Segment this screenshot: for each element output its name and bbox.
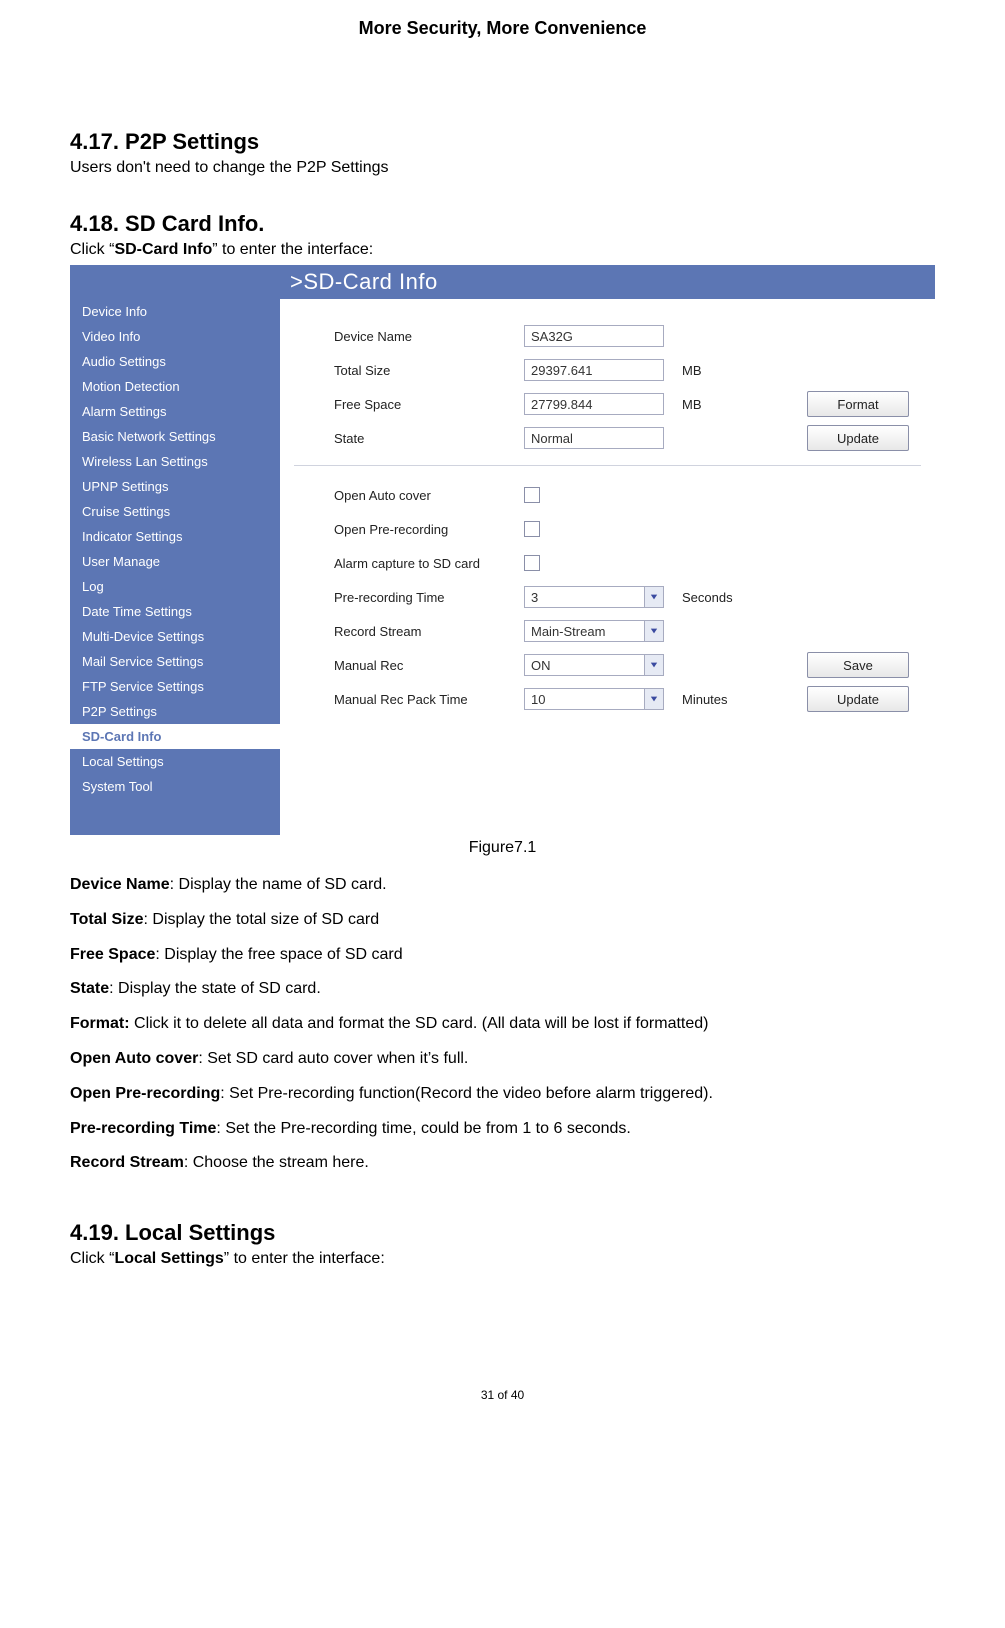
sidebar-item[interactable]: Device Info xyxy=(70,299,280,324)
page-header: More Security, More Convenience xyxy=(70,18,935,39)
intro-suffix: ” to enter the interface: xyxy=(224,1250,385,1267)
sidebar-item[interactable]: SD-Card Info xyxy=(70,724,280,749)
sidebar-item[interactable]: Indicator Settings xyxy=(70,524,280,549)
format-button[interactable]: Format xyxy=(807,391,909,417)
sidebar-item[interactable]: Alarm Settings xyxy=(70,399,280,424)
pre-recording-time-label: Pre-recording Time xyxy=(294,590,524,605)
sd-card-info-screenshot: Device InfoVideo InfoAudio SettingsMotio… xyxy=(70,265,935,835)
page-number: 31 of 40 xyxy=(70,1388,935,1402)
pack-time-label: Manual Rec Pack Time xyxy=(294,692,524,707)
state-label: State xyxy=(294,431,524,446)
manual-rec-value: ON xyxy=(531,658,551,673)
pre-recording-time-unit: Seconds xyxy=(682,590,733,605)
manual-rec-select[interactable]: ON xyxy=(524,654,664,676)
definition-item: Pre-recording Time: Set the Pre-recordin… xyxy=(70,1119,935,1140)
section-417-intro: Users don't need to change the P2P Setti… xyxy=(70,159,935,177)
sidebar-item[interactable]: Wireless Lan Settings xyxy=(70,449,280,474)
auto-cover-label: Open Auto cover xyxy=(294,488,524,503)
sidebar-item[interactable]: Audio Settings xyxy=(70,349,280,374)
free-space-label: Free Space xyxy=(294,397,524,412)
intro-suffix: ” to enter the interface: xyxy=(212,241,373,258)
save-button[interactable]: Save xyxy=(807,652,909,678)
sidebar-item[interactable]: Multi-Device Settings xyxy=(70,624,280,649)
sidebar-item[interactable]: Log xyxy=(70,574,280,599)
sidebar-item[interactable]: Motion Detection xyxy=(70,374,280,399)
device-name-input[interactable] xyxy=(524,325,664,347)
chevron-down-icon xyxy=(644,621,663,641)
sidebar-item[interactable]: Cruise Settings xyxy=(70,499,280,524)
definition-item: State: Display the state of SD card. xyxy=(70,979,935,1000)
intro-term: Local Settings xyxy=(114,1250,223,1267)
section-417-heading: 4.17. P2P Settings xyxy=(70,129,935,155)
total-size-input[interactable] xyxy=(524,359,664,381)
panel-title: >SD-Card Info xyxy=(280,265,935,299)
section-419-intro: Click “Local Settings” to enter the inte… xyxy=(70,1250,935,1268)
figure-caption: Figure7.1 xyxy=(70,839,935,857)
update-button-top[interactable]: Update xyxy=(807,425,909,451)
pre-recording-label: Open Pre-recording xyxy=(294,522,524,537)
chevron-down-icon xyxy=(644,689,663,709)
sidebar-item[interactable]: FTP Service Settings xyxy=(70,674,280,699)
sidebar-item[interactable]: User Manage xyxy=(70,549,280,574)
definition-item: Device Name: Display the name of SD card… xyxy=(70,875,935,896)
auto-cover-checkbox[interactable] xyxy=(524,487,540,503)
sidebar-item[interactable]: UPNP Settings xyxy=(70,474,280,499)
sidebar-item[interactable]: System Tool xyxy=(70,774,280,799)
sidebar-item[interactable]: Basic Network Settings xyxy=(70,424,280,449)
pack-time-unit: Minutes xyxy=(682,692,728,707)
pre-recording-checkbox[interactable] xyxy=(524,521,540,537)
definition-item: Record Stream: Choose the stream here. xyxy=(70,1153,935,1174)
alarm-capture-checkbox[interactable] xyxy=(524,555,540,571)
pack-time-select[interactable]: 10 xyxy=(524,688,664,710)
sidebar-item[interactable]: Date Time Settings xyxy=(70,599,280,624)
sidebar-item[interactable]: Video Info xyxy=(70,324,280,349)
total-size-label: Total Size xyxy=(294,363,524,378)
device-name-label: Device Name xyxy=(294,329,524,344)
alarm-capture-label: Alarm capture to SD card xyxy=(294,556,524,571)
definition-item: Total Size: Display the total size of SD… xyxy=(70,910,935,931)
definition-item: Open Auto cover: Set SD card auto cover … xyxy=(70,1049,935,1070)
chevron-down-icon xyxy=(644,587,663,607)
section-418-heading: 4.18. SD Card Info. xyxy=(70,211,935,237)
free-space-unit: MB xyxy=(682,397,702,412)
record-stream-value: Main-Stream xyxy=(531,624,605,639)
total-size-unit: MB xyxy=(682,363,702,378)
definition-item: Format: Click it to delete all data and … xyxy=(70,1014,935,1035)
definitions-list: Device Name: Display the name of SD card… xyxy=(70,875,935,1174)
definition-item: Open Pre-recording: Set Pre-recording fu… xyxy=(70,1084,935,1105)
pack-time-value: 10 xyxy=(531,692,545,707)
intro-term: SD-Card Info xyxy=(114,241,212,258)
sidebar-item[interactable]: P2P Settings xyxy=(70,699,280,724)
pre-recording-time-select[interactable]: 3 xyxy=(524,586,664,608)
section-418-intro: Click “SD-Card Info” to enter the interf… xyxy=(70,241,935,259)
definition-item: Free Space: Display the free space of SD… xyxy=(70,945,935,966)
sd-card-info-panel: >SD-Card Info Device Name Total Size MB … xyxy=(280,265,935,835)
intro-prefix: Click “ xyxy=(70,1250,114,1267)
chevron-down-icon xyxy=(644,655,663,675)
update-button-bottom[interactable]: Update xyxy=(807,686,909,712)
sidebar-item[interactable]: Mail Service Settings xyxy=(70,649,280,674)
free-space-input[interactable] xyxy=(524,393,664,415)
section-419-heading: 4.19. Local Settings xyxy=(70,1220,935,1246)
pre-recording-time-value: 3 xyxy=(531,590,538,605)
record-stream-label: Record Stream xyxy=(294,624,524,639)
panel-divider xyxy=(294,465,921,466)
sidebar-item[interactable]: Local Settings xyxy=(70,749,280,774)
settings-sidebar: Device InfoVideo InfoAudio SettingsMotio… xyxy=(70,265,280,835)
manual-rec-label: Manual Rec xyxy=(294,658,524,673)
record-stream-select[interactable]: Main-Stream xyxy=(524,620,664,642)
intro-prefix: Click “ xyxy=(70,241,114,258)
state-input[interactable] xyxy=(524,427,664,449)
